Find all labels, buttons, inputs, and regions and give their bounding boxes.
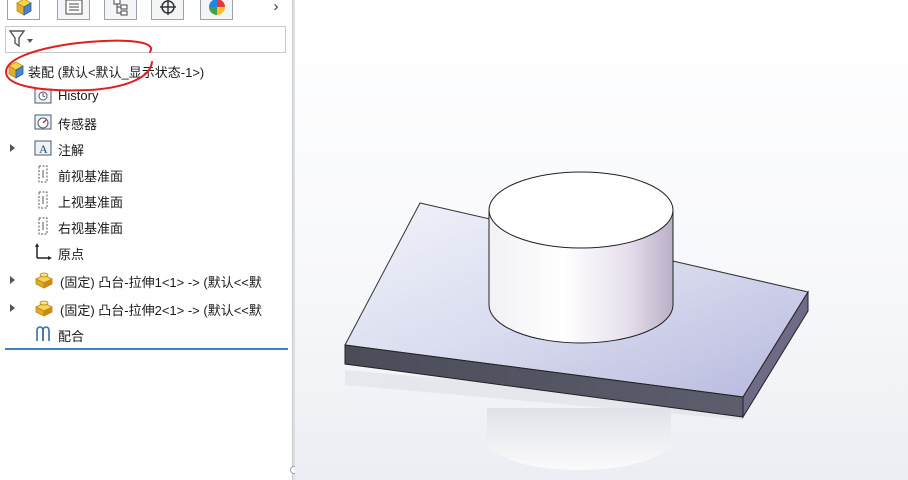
tree-item-label: 上视基准面: [58, 195, 124, 210]
origin-icon: [35, 243, 52, 260]
tree-root-assembly[interactable]: 装配 (默认<默认_显示状态-1>): [0, 58, 292, 82]
more-tabs-chevron[interactable]: ›: [266, 0, 286, 16]
configuration-icon: [113, 0, 127, 15]
sensor-icon: [34, 114, 52, 130]
tree-item-label: 配合: [58, 329, 85, 344]
tree-item-front-plane[interactable]: 前视基准面: [0, 162, 292, 186]
tree-item-label: 注解: [58, 143, 85, 158]
tree-item-label: (固定) 凸台-拉伸2<1> -> (默认<<默: [60, 303, 262, 318]
cylinder-boss[interactable]: [488, 171, 674, 344]
crosshair-icon: [159, 0, 176, 15]
assembly-icon: [8, 61, 24, 79]
annotation-icon: A: [34, 140, 52, 156]
tree-item-mates[interactable]: 配合: [0, 322, 292, 346]
feature-manager-panel: › 装配 (默认<默认_显示状态-1>) History 传感器 A 注解 前视…: [0, 0, 292, 480]
tree-item-history[interactable]: History: [0, 84, 292, 108]
property-manager-tab[interactable]: [57, 0, 90, 20]
plane-icon: [38, 217, 48, 235]
tree-item-part-1[interactable]: (固定) 凸台-拉伸1<1> -> (默认<<默: [0, 268, 292, 292]
configuration-manager-tab[interactable]: [104, 0, 137, 20]
manager-tabs: ›: [0, 0, 292, 22]
mate-icon: [36, 326, 50, 341]
tree-item-label: (固定) 凸台-拉伸1<1> -> (默认<<默: [60, 275, 262, 290]
color-wheel-icon: [208, 0, 225, 15]
display-manager-tab[interactable]: [200, 0, 233, 20]
tree-item-origin[interactable]: 原点: [0, 240, 292, 264]
tree-item-annotations[interactable]: A 注解: [0, 136, 292, 160]
plane-icon: [38, 191, 48, 209]
rollback-bar[interactable]: [5, 348, 288, 350]
tree-item-right-plane[interactable]: 右视基准面: [0, 214, 292, 238]
assembly-cube-icon: [15, 0, 32, 16]
expand-arrow-icon[interactable]: [10, 304, 15, 312]
history-icon: [34, 88, 52, 104]
tree-item-label: 右视基准面: [58, 221, 124, 236]
tree-root-label: 装配 (默认<默认_显示状态-1>): [28, 65, 205, 80]
filter-funnel-icon[interactable]: [9, 29, 35, 49]
filter-bar[interactable]: [5, 26, 286, 53]
tree-item-top-plane[interactable]: 上视基准面: [0, 188, 292, 212]
part-icon: [35, 300, 53, 317]
part-icon: [35, 272, 53, 289]
expand-arrow-icon[interactable]: [10, 144, 15, 152]
tree-item-part-2[interactable]: (固定) 凸台-拉伸2<1> -> (默认<<默: [0, 296, 292, 320]
feature-manager-tab[interactable]: [7, 0, 40, 20]
tree-item-label: 前视基准面: [58, 169, 124, 184]
graphics-viewport[interactable]: [295, 0, 908, 480]
tree-item-label: History: [58, 88, 99, 103]
tree-item-sensors[interactable]: 传感器: [0, 110, 292, 134]
tree-item-label: 传感器: [58, 117, 98, 132]
expand-arrow-icon[interactable]: [10, 276, 15, 284]
dimxpert-tab[interactable]: [151, 0, 184, 20]
tree-item-label: 原点: [58, 247, 85, 262]
plane-icon: [38, 165, 48, 183]
assembly-3d-model[interactable]: [295, 0, 908, 480]
svg-text:A: A: [39, 142, 48, 156]
property-list-icon: [65, 0, 82, 14]
